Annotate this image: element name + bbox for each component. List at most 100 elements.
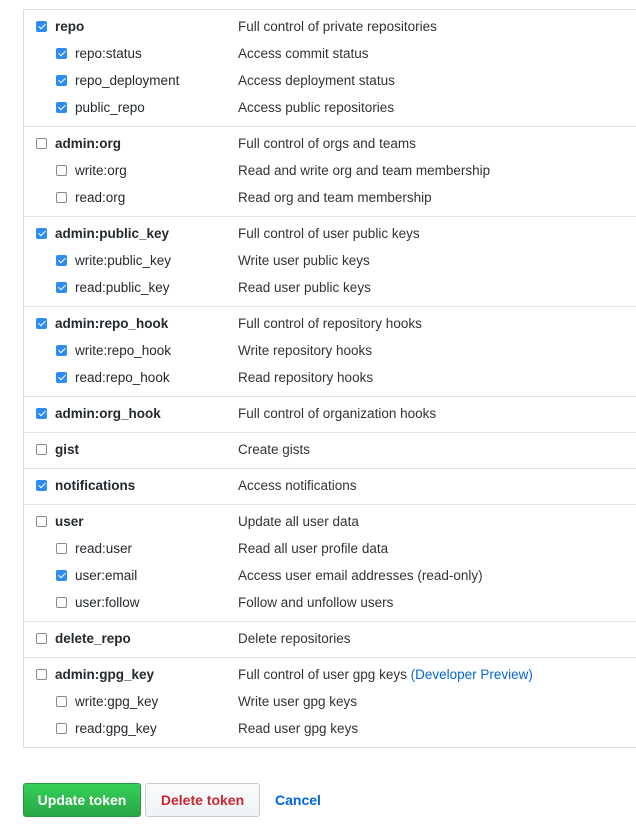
scope-description: Access commit status <box>238 46 369 61</box>
scope-description: Write repository hooks <box>238 343 372 358</box>
scope-checkbox[interactable] <box>56 345 67 356</box>
scope-description: Access deployment status <box>238 73 395 88</box>
scope-checkbox[interactable] <box>56 723 67 734</box>
scope-group: admin:gpg_key Full control of user gpg ke… <box>24 657 636 747</box>
scope-description: Write user public keys <box>238 253 370 268</box>
scope-description: Full control of organization hooks <box>238 406 436 421</box>
developer-preview-link[interactable]: (Developer Preview) <box>411 667 533 682</box>
scope-checkbox[interactable] <box>36 138 47 149</box>
scope-name[interactable]: write:repo_hook <box>75 343 171 358</box>
update-token-button[interactable]: Update token <box>23 783 141 817</box>
scope-description-text: Write repository hooks <box>238 343 373 358</box>
sub-scope-row: write:public_key Write user public keys <box>24 248 636 275</box>
scope-checkbox[interactable] <box>36 228 47 239</box>
sub-scope-row: read:user Read all user profile data <box>24 536 636 563</box>
scope-description-text: Full control of private repositories <box>238 19 437 34</box>
scope-description-text: Write user gpg keys <box>238 694 358 709</box>
scope-name[interactable]: read:user <box>75 541 132 556</box>
scope-checkbox[interactable] <box>56 192 67 203</box>
scope-name[interactable]: read:gpg_key <box>75 721 157 736</box>
scope-name[interactable]: user <box>55 514 84 529</box>
scope-checkbox[interactable] <box>56 597 67 608</box>
scope-row: gist Create gists <box>24 437 636 464</box>
scope-checkbox[interactable] <box>56 372 67 383</box>
scope-description: Full control of user public keys <box>238 226 420 241</box>
scope-name[interactable]: repo_deployment <box>75 73 179 88</box>
scope-checkbox[interactable] <box>56 255 67 266</box>
scope-description: Delete repositories <box>238 631 351 646</box>
scope-checkbox[interactable] <box>36 408 47 419</box>
scope-description-text: Access public repositories <box>238 100 395 115</box>
scope-description-text: Read org and team membership <box>238 190 432 205</box>
scope-name[interactable]: repo:status <box>75 46 142 61</box>
scope-description: Read repository hooks <box>238 370 373 385</box>
scope-group: admin:org Full control of orgs and teams w… <box>24 126 636 216</box>
scope-name[interactable]: read:public_key <box>75 280 170 295</box>
scope-name[interactable]: user:follow <box>75 595 140 610</box>
sub-scope-row: read:org Read org and team membership <box>24 185 636 212</box>
scope-row: delete_repo Delete repositories <box>24 626 636 653</box>
scope-checkbox[interactable] <box>36 480 47 491</box>
scope-checkbox[interactable] <box>56 282 67 293</box>
scope-row: admin:repo_hook Full control of repositor… <box>24 311 636 338</box>
scope-group: gist Create gists <box>24 432 636 468</box>
scope-checkbox[interactable] <box>56 570 67 581</box>
scope-name[interactable]: delete_repo <box>55 631 131 646</box>
scope-description-text: Delete repositories <box>238 631 351 646</box>
scope-description: Read org and team membership <box>238 190 432 205</box>
scope-name[interactable]: public_repo <box>75 100 145 115</box>
sub-scope-row: repo:status Access commit status <box>24 41 636 68</box>
scope-group: notifications Access notifications <box>24 468 636 504</box>
scope-checkbox[interactable] <box>56 543 67 554</box>
sub-scope-row: user:email Access user email addresses (r… <box>24 563 636 590</box>
cancel-link[interactable]: Cancel <box>273 783 323 817</box>
scope-checkbox[interactable] <box>56 48 67 59</box>
scope-name[interactable]: admin:public_key <box>55 226 169 241</box>
scope-description: Write user gpg keys <box>238 694 357 709</box>
scope-checkbox[interactable] <box>36 21 47 32</box>
scope-checkbox[interactable] <box>36 516 47 527</box>
scope-name[interactable]: read:repo_hook <box>75 370 170 385</box>
scope-description: Full control of private repositories <box>238 19 437 34</box>
scope-description-text: Read user public keys <box>238 280 371 295</box>
sub-scope-row: read:repo_hook Read repository hooks <box>24 365 636 392</box>
scope-checkbox[interactable] <box>36 318 47 329</box>
scope-row: admin:org_hook Full control of organizati… <box>24 401 636 428</box>
scope-name[interactable]: read:org <box>75 190 125 205</box>
scope-name[interactable]: admin:repo_hook <box>55 316 168 331</box>
scope-group: admin:org_hook Full control of organizati… <box>24 396 636 432</box>
scope-name[interactable]: repo <box>55 19 84 34</box>
scope-row: admin:public_key Full control of user pub… <box>24 221 636 248</box>
scope-checkbox[interactable] <box>36 669 47 680</box>
scopes-list: repo Full control of private repositories… <box>23 9 636 748</box>
scope-checkbox[interactable] <box>56 102 67 113</box>
scope-description-text: Create gists <box>238 442 311 457</box>
scope-description: Read user public keys <box>238 280 371 295</box>
delete-token-button[interactable]: Delete token <box>145 783 260 817</box>
scope-description: Read and write org and team membership <box>238 163 490 178</box>
scope-name[interactable]: write:gpg_key <box>75 694 158 709</box>
scope-description-text: Read and write org and team membership <box>238 163 491 178</box>
scope-checkbox[interactable] <box>36 633 47 644</box>
scope-name[interactable]: gist <box>55 442 79 457</box>
scope-name[interactable]: admin:org_hook <box>55 406 161 421</box>
scope-name[interactable]: write:public_key <box>75 253 171 268</box>
scope-description: Create gists <box>238 442 310 457</box>
scope-description-text: Full control of organization hooks <box>238 406 437 421</box>
scope-description: Follow and unfollow users <box>238 595 393 610</box>
scope-checkbox[interactable] <box>56 696 67 707</box>
scope-description-text: Full control of user public keys <box>238 226 420 241</box>
scope-checkbox[interactable] <box>36 444 47 455</box>
scope-name[interactable]: write:org <box>75 163 127 178</box>
scope-name[interactable]: admin:gpg_key <box>55 667 154 682</box>
scope-description: Read all user profile data <box>238 541 388 556</box>
sub-scope-row: write:gpg_key Write user gpg keys <box>24 689 636 716</box>
scope-description-text: Access commit status <box>238 46 369 61</box>
scope-name[interactable]: notifications <box>55 478 135 493</box>
scope-group: user Update all user data read:user Read al… <box>24 504 636 621</box>
scope-name[interactable]: user:email <box>75 568 137 583</box>
scope-checkbox[interactable] <box>56 165 67 176</box>
scope-group: admin:public_key Full control of user pub… <box>24 216 636 306</box>
scope-name[interactable]: admin:org <box>55 136 121 151</box>
scope-checkbox[interactable] <box>56 75 67 86</box>
